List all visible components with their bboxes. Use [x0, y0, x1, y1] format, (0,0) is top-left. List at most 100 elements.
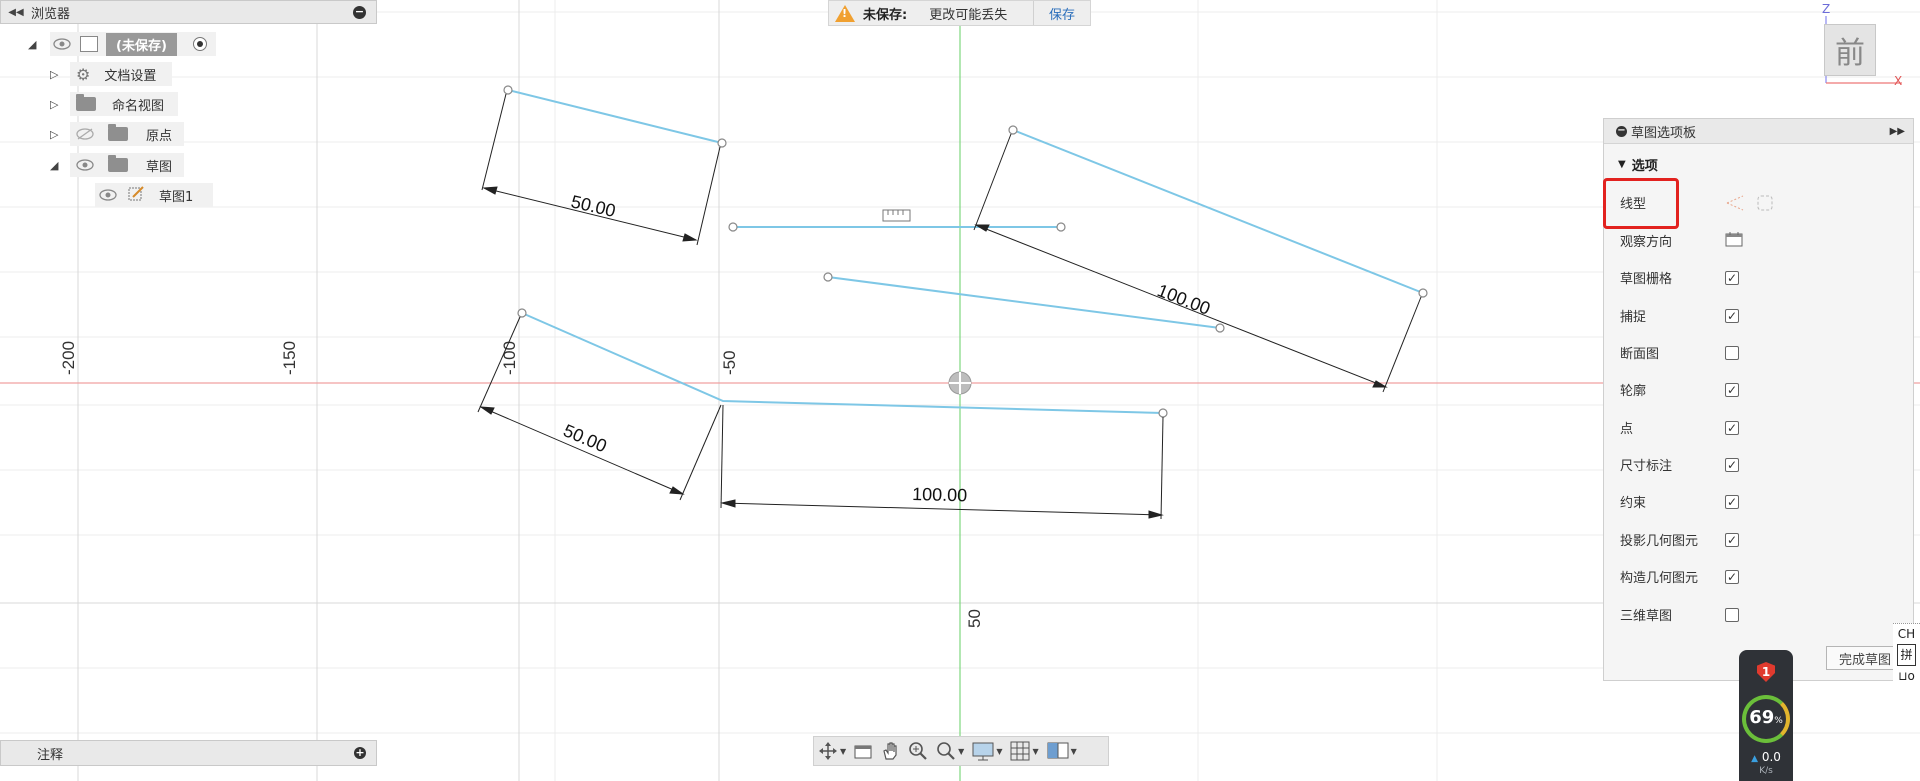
- construction-geometries-checkbox[interactable]: ✓: [1725, 569, 1739, 584]
- visibility-eye-icon[interactable]: [76, 159, 94, 171]
- sketch-point[interactable]: [823, 272, 833, 282]
- option-label: 捕捉: [1620, 310, 1647, 325]
- zoom-tool[interactable]: [908, 739, 928, 763]
- sketch-line[interactable]: [507, 89, 723, 144]
- 3d-sketch-checkbox[interactable]: [1725, 607, 1739, 622]
- orbit-icon: [819, 742, 837, 760]
- dimension-label[interactable]: 50.00: [560, 420, 609, 456]
- snap-checkbox[interactable]: ✓: [1725, 308, 1739, 323]
- tree-item-label: 文档设置: [104, 68, 157, 84]
- sketch-point[interactable]: [717, 138, 727, 148]
- highlight-box: [1603, 178, 1679, 229]
- palette-expand-icon[interactable]: ▶▶: [1890, 126, 1905, 137]
- look-at-tool[interactable]: [854, 739, 872, 763]
- projected-geometries-checkbox[interactable]: ✓: [1725, 532, 1739, 547]
- sketch-point[interactable]: [1215, 323, 1225, 333]
- option-construction-geometries: 构造几何图元 ✓: [1604, 558, 1913, 595]
- visibility-eye-icon[interactable]: [99, 189, 117, 201]
- dimension-label[interactable]: 100.00: [1155, 280, 1214, 319]
- visibility-hidden-icon[interactable]: [76, 128, 94, 140]
- save-link[interactable]: 保存: [1033, 1, 1090, 25]
- display-settings-tool[interactable]: ▼: [972, 739, 1002, 763]
- add-annotation-button[interactable]: +: [354, 747, 366, 759]
- palette-minimize-button[interactable]: −: [1616, 125, 1627, 137]
- ruler-label: -200: [59, 341, 78, 375]
- constraints-checkbox[interactable]: ✓: [1725, 494, 1739, 509]
- grid-snaps-tool[interactable]: ▼: [1010, 739, 1039, 763]
- construction-line-icon[interactable]: [1725, 194, 1745, 212]
- ruler-label: 50: [965, 609, 984, 628]
- tree-item-origin[interactable]: 原点: [70, 122, 184, 146]
- root-expand-icon[interactable]: ◢: [28, 38, 36, 51]
- palette-header: − 草图选项板 ▶▶: [1604, 119, 1913, 144]
- option-dimensions: 尺寸标注 ✓: [1604, 446, 1913, 483]
- navigation-toolbar: ▼ ▼ ▼ ▼ ▼: [813, 736, 1109, 766]
- ime-indicator[interactable]: CH 拼 ⊔o: [1893, 623, 1920, 705]
- slice-checkbox[interactable]: [1725, 345, 1739, 360]
- dimension-label[interactable]: 100.00: [912, 484, 968, 505]
- sketch-grid-checkbox[interactable]: ✓: [1725, 270, 1739, 285]
- ruler-label: -50: [720, 350, 739, 375]
- option-label: 三维草图: [1620, 609, 1673, 624]
- profile-checkbox[interactable]: ✓: [1725, 382, 1739, 397]
- option-label: 轮廓: [1620, 384, 1647, 399]
- dimensions-checkbox[interactable]: ✓: [1725, 457, 1739, 472]
- sketch-point[interactable]: [503, 85, 513, 95]
- orbit-tool[interactable]: ▼: [818, 739, 846, 763]
- tree-item-label: 草图1: [159, 189, 194, 205]
- viewcube-front-face[interactable]: 前: [1824, 24, 1876, 76]
- expand-arrow-icon[interactable]: ▷: [50, 128, 58, 141]
- origin-icon[interactable]: [948, 371, 972, 395]
- section-title: 选项: [1631, 158, 1658, 174]
- pan-tool[interactable]: [880, 739, 900, 763]
- collapse-triangle-icon: ▼: [1618, 158, 1626, 170]
- sketch-point[interactable]: [1418, 288, 1428, 298]
- network-speed: 0.0: [1761, 750, 1781, 764]
- sketch-point[interactable]: [1056, 222, 1066, 232]
- zoom-window-tool[interactable]: ▼: [936, 739, 964, 763]
- collapse-browser-icon[interactable]: ◀◀: [1, 7, 31, 18]
- sketch-point[interactable]: [728, 222, 738, 232]
- browser-minimize-button[interactable]: −: [353, 5, 366, 19]
- sketch-point[interactable]: [517, 308, 527, 318]
- sketch-line[interactable]: [1012, 129, 1424, 294]
- tree-item-named-views[interactable]: 命名视图: [70, 92, 178, 116]
- network-speed-row: ▲ 0.0: [1739, 750, 1793, 764]
- performance-gauge: 69%: [1742, 695, 1790, 743]
- folder-icon: [108, 155, 128, 172]
- gauge-percent-row: 69%: [1746, 707, 1786, 728]
- tree-item-label: 命名视图: [112, 98, 165, 114]
- collapse-arrow-icon[interactable]: ◢: [50, 159, 58, 172]
- tree-item-sketch1[interactable]: 草图1: [95, 183, 213, 207]
- expand-arrow-icon[interactable]: ▷: [50, 98, 58, 111]
- tree-item-root[interactable]: (未保存): [50, 32, 216, 56]
- root-label[interactable]: (未保存): [106, 32, 177, 56]
- dimension-label[interactable]: 50.00: [569, 191, 617, 221]
- viewports-tool[interactable]: ▼: [1047, 739, 1077, 763]
- tree-item-sketches[interactable]: 草图: [70, 153, 184, 177]
- gauge-percent-unit: %: [1774, 716, 1783, 726]
- expand-arrow-icon[interactable]: ▷: [50, 68, 58, 81]
- monitor-icon: [972, 742, 994, 761]
- centerline-icon[interactable]: [1755, 194, 1775, 212]
- sketch-point[interactable]: [1158, 408, 1168, 418]
- gear-icon: ⚙: [76, 64, 91, 84]
- visibility-eye-icon[interactable]: [53, 38, 71, 50]
- pan-hand-icon: [883, 742, 897, 760]
- look-at-icon[interactable]: [1725, 231, 1743, 251]
- activate-radio-icon[interactable]: [193, 37, 207, 51]
- ime-mode-label: CH: [1893, 623, 1920, 644]
- sketch-polyline[interactable]: [521, 312, 1164, 414]
- option-label: 断面图: [1620, 347, 1660, 362]
- options-section-header[interactable]: ▼ 选项: [1618, 154, 1913, 174]
- points-checkbox[interactable]: ✓: [1725, 420, 1739, 435]
- unsaved-message: 更改可能丢失: [929, 7, 1008, 23]
- tree-item-doc-settings[interactable]: ⚙ 文档设置: [70, 62, 172, 86]
- network-speed-unit: K/s: [1759, 766, 1773, 776]
- ruler-icon: [882, 209, 911, 222]
- sketch-point[interactable]: [1008, 125, 1018, 135]
- ruler-label: -100: [500, 341, 519, 375]
- annotation-title: 注释: [37, 747, 64, 763]
- security-widget[interactable]: 1 69% ▲ 0.0 K/s: [1739, 650, 1793, 781]
- zoom-icon: [909, 742, 927, 760]
